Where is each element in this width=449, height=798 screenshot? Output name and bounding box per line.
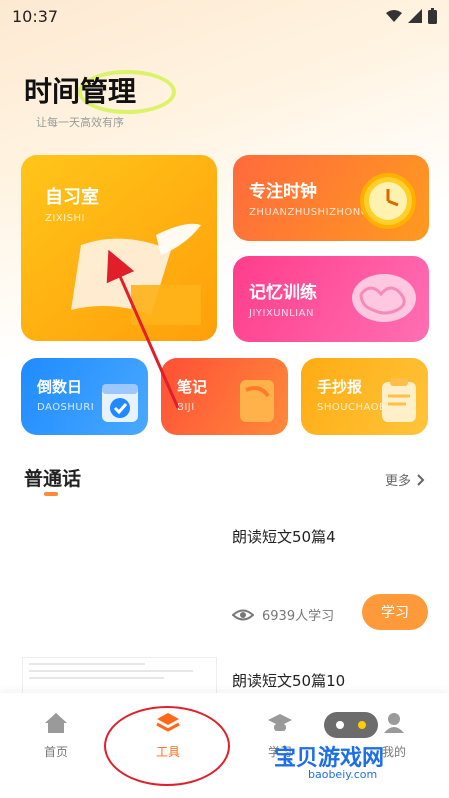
battery-icon [428,8,437,24]
tool-card-zixishi[interactable]: 自习室 ZIXISHI [21,155,217,341]
tool-title: 自习室 [45,187,99,208]
tool-pinyin: ZHUANZHUSHIZHONG [249,207,369,218]
tool-title: 笔记 [177,378,208,396]
list-item-title[interactable]: 朗读短文50篇10 [232,670,345,691]
annotation-ellipse [104,706,230,786]
more-label: 更多 [384,474,411,489]
alarm-clock-icon [360,173,416,229]
tool-pinyin: BIJI [177,402,195,413]
section-underline [44,492,58,496]
home-icon [45,713,67,733]
status-bar: 10:37 [0,0,449,32]
gamepad-icon [324,712,378,738]
tool-card-biji[interactable]: 笔记 BIJI [161,358,288,435]
tool-title: 倒数日 [37,378,83,396]
status-time: 10:37 [12,7,59,26]
signal-icon [408,9,422,23]
brain-icon [352,274,416,322]
tool-title: 专注时钟 [249,182,317,202]
page-subtitle: 让每一天高效有序 [36,116,124,129]
tool-title: 记忆训练 [249,283,317,303]
tool-card-jiyixunlian[interactable]: 记忆训练 JIYIXUNLIAN [233,256,429,342]
tool-card-shouchaobao[interactable]: 手抄报 SHOUCHAOBAO [301,358,428,435]
tool-card-zhuanzhushizhong[interactable]: 专注时钟 ZHUANZHUSHIZHONG [233,155,429,241]
notebook-icon [240,380,274,422]
more-link[interactable]: 更多 [385,470,425,489]
section-title: 普通话 [24,468,82,490]
view-count: 6939人学习 [232,605,334,624]
eye-icon [232,609,254,620]
page-title: 时间管理 [24,75,137,108]
tool-pinyin: DAOSHURI [37,402,95,413]
tool-title: 手抄报 [317,378,363,396]
chevron-right-icon [417,473,425,486]
study-button[interactable]: 学习 [362,594,428,630]
status-icons [386,8,437,24]
tab-label: 首页 [43,745,68,759]
calendar-check-icon [102,384,138,422]
view-count-text: 6939人学习 [262,609,335,624]
watermark-domain: baobeiy.com [308,768,378,781]
scroll-quill-illustration [71,223,201,325]
watermark: 宝贝游戏网 baobeiy.com [262,700,442,790]
tool-pinyin: JIYIXUNLIAN [249,308,314,319]
list-item-title[interactable]: 朗读短文50篇4 [232,526,336,547]
wifi-icon [386,10,402,22]
tool-card-daoshuri[interactable]: 倒数日 DAOSHURI [21,358,148,435]
tab-home[interactable]: 首页 [16,711,96,760]
clipboard-icon [382,378,416,422]
